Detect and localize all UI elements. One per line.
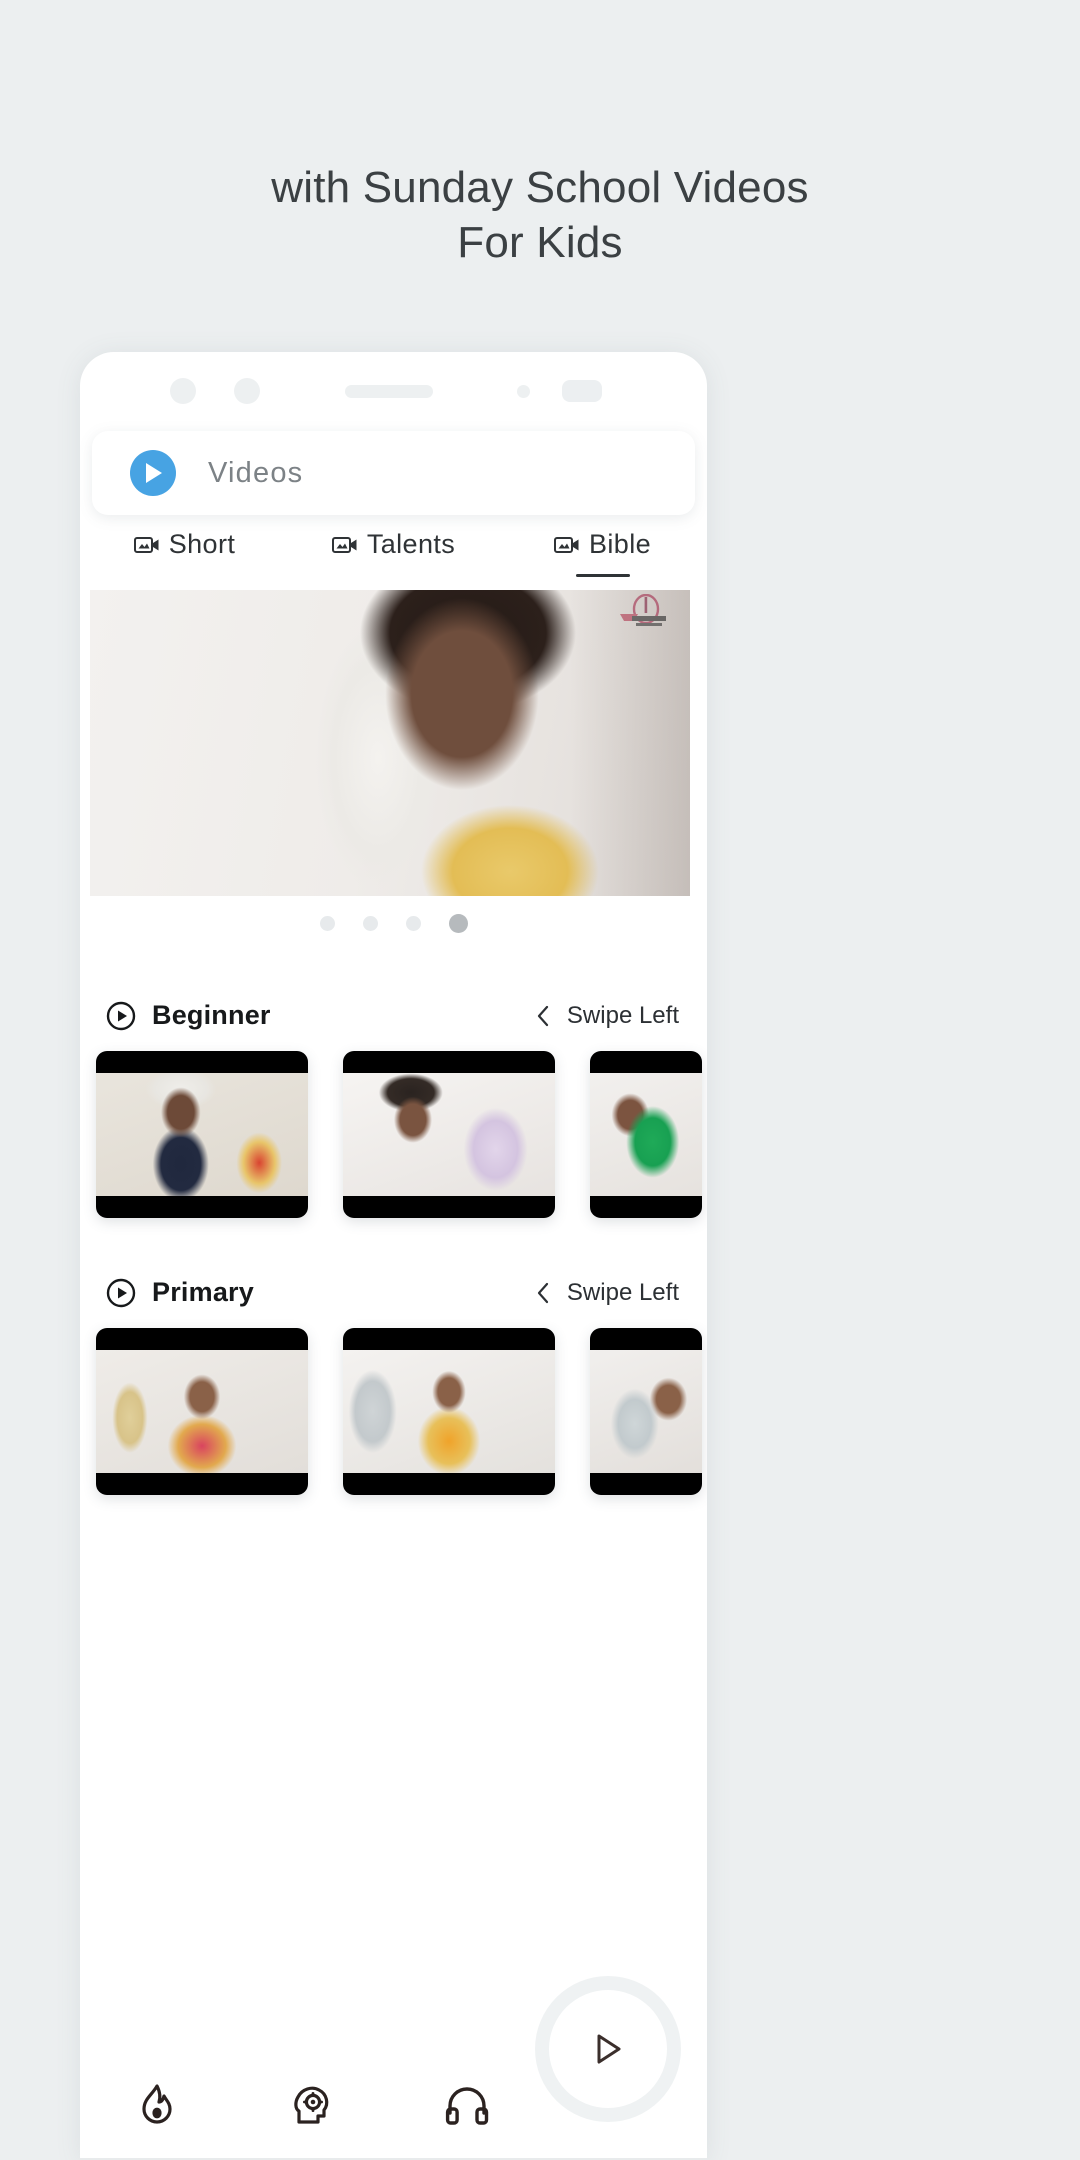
- video-card[interactable]: [96, 1051, 308, 1218]
- section-title-beginner: Beginner: [152, 1000, 271, 1030]
- swipe-left-label-primary: Swipe Left: [566, 1278, 679, 1306]
- page-title: with Sunday School Videos For Kids: [0, 160, 1080, 271]
- nav-item-mind[interactable]: [235, 2082, 390, 2128]
- carousel-dot[interactable]: [362, 916, 378, 931]
- hero-video-thumbnail[interactable]: [90, 590, 690, 896]
- video-card[interactable]: [590, 1051, 702, 1218]
- status-placeholder-dot-1: [170, 378, 196, 404]
- carousel-dot[interactable]: [405, 916, 421, 931]
- video-card-thumbnail: [343, 1350, 555, 1473]
- tab-bible[interactable]: Bible: [498, 529, 707, 593]
- chevron-left-icon: [536, 1005, 550, 1027]
- video-camera-icon: [553, 535, 580, 555]
- page-title-line-2: For Kids: [457, 218, 623, 268]
- video-card[interactable]: [96, 1328, 308, 1495]
- tab-short-label: Short: [168, 529, 236, 559]
- play-triangle-icon: [592, 2032, 624, 2066]
- headphones-icon: [444, 2085, 490, 2125]
- channel-watermark-logo: [620, 594, 666, 626]
- section-header-beginner: Beginner Swipe Left: [80, 1000, 707, 1031]
- play-circle-outline-icon: [106, 1001, 136, 1031]
- tab-bible-indicator: [575, 574, 630, 577]
- page-title-line-1: with Sunday School Videos: [271, 163, 809, 212]
- section-title-primary: Primary: [152, 1277, 254, 1307]
- video-camera-icon: [133, 535, 160, 555]
- tab-short[interactable]: Short: [80, 529, 289, 593]
- tab-talents-indicator: [367, 574, 421, 577]
- nav-item-flame[interactable]: [80, 2082, 235, 2128]
- carousel-dot-active[interactable]: [448, 914, 468, 933]
- carousel-dots: [80, 914, 707, 933]
- status-placeholder-pill: [345, 384, 433, 398]
- head-gear-icon: [291, 2082, 333, 2128]
- status-placeholder-dot-2: [234, 378, 260, 404]
- status-placeholder-rect: [562, 380, 602, 402]
- video-camera-icon: [331, 535, 358, 555]
- video-card-thumbnail: [590, 1073, 702, 1196]
- card-row-primary[interactable]: [80, 1328, 707, 1495]
- play-circle-icon[interactable]: [130, 450, 176, 496]
- tab-talents-label: Talents: [366, 529, 456, 559]
- card-row-beginner[interactable]: [80, 1051, 707, 1218]
- flame-icon: [137, 2082, 177, 2128]
- video-card-thumbnail: [96, 1350, 308, 1473]
- play-fab-button[interactable]: [549, 1990, 667, 2108]
- videos-search-bar[interactable]: Videos: [92, 431, 695, 515]
- video-card[interactable]: [343, 1051, 555, 1218]
- swipe-left-control-primary[interactable]: Swipe Left: [536, 1279, 679, 1307]
- carousel-dot[interactable]: [319, 916, 335, 931]
- phone-mockup: Videos Short Talents Bible Beginner Swip…: [80, 352, 707, 2160]
- chevron-left-icon: [536, 1282, 550, 1304]
- tab-talents[interactable]: Talents: [289, 529, 498, 593]
- play-circle-outline-icon: [106, 1278, 136, 1308]
- status-bar-skeleton: [80, 352, 707, 430]
- swipe-left-label-beginner: Swipe Left: [566, 1001, 679, 1029]
- video-card[interactable]: [343, 1328, 555, 1495]
- tab-short-indicator: [158, 574, 212, 577]
- status-placeholder-dot-3: [517, 384, 530, 398]
- tab-bible-label: Bible: [588, 529, 652, 559]
- section-header-primary: Primary Swipe Left: [80, 1277, 707, 1308]
- video-card-thumbnail: [590, 1350, 702, 1473]
- video-card-thumbnail: [343, 1073, 555, 1196]
- nav-item-audio[interactable]: [390, 2085, 545, 2125]
- tab-bar: Short Talents Bible: [80, 529, 707, 593]
- videos-search-label: Videos: [208, 456, 304, 489]
- swipe-left-control-beginner[interactable]: Swipe Left: [536, 1002, 679, 1030]
- video-card-thumbnail: [96, 1073, 308, 1196]
- video-card[interactable]: [590, 1328, 702, 1495]
